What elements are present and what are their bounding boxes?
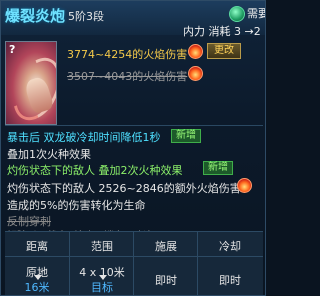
stat-subvalue: 目标 (91, 281, 113, 294)
divider (5, 125, 263, 126)
stat-value: 即时 (155, 274, 177, 287)
stat-header: 距离 (26, 240, 48, 253)
requirement-label: 需要 2 (247, 7, 265, 20)
new-badge: 新增 (203, 161, 233, 175)
skill-name: 爆裂炎炮 (5, 7, 66, 25)
tooltip-header: 爆裂炎炮 5阶3段 需要 2 内力 消耗 3 →2 (1, 1, 265, 38)
effect-line: 暴击后 双龙破冷却时间降低1秒 (7, 131, 161, 144)
fire-icon (188, 66, 203, 81)
fire-icon (188, 44, 203, 59)
effect-line: 叠加1次火种效果 (7, 148, 91, 161)
stat-column-cooldown: 冷却 即时 (197, 232, 262, 295)
damage-current: 3774~4254的火焰伤害 (67, 48, 188, 61)
change-button[interactable]: 更改 (207, 43, 241, 59)
stat-header: 施展 (155, 240, 177, 253)
new-badge: 新增 (171, 129, 201, 143)
skill-rank: 5阶3段 (68, 10, 104, 23)
stat-header: 冷却 (219, 240, 241, 253)
stat-subvalue: 16米 (24, 281, 50, 294)
stats-grid: 距离 原地 16米 范围 4 x 10米 目标 施展 即时 冷却 即时 (5, 231, 263, 295)
effect-line: 造成的5%的伤害转化为生命 (7, 199, 146, 212)
fire-icon (237, 178, 252, 193)
internal-force-cost: 内力 消耗 3 →2 (183, 25, 261, 38)
requirement-icon (229, 6, 245, 22)
stat-column-cast: 施展 即时 (133, 232, 198, 295)
stat-column-area: 范围 4 x 10米 目标 (69, 232, 134, 295)
effect-line: 灼伤状态下的敌人 叠加2次火种效果 (7, 164, 183, 177)
skill-tooltip: 爆裂炎炮 5阶3段 需要 2 内力 消耗 3 →2 ? 3774~4254的火焰… (0, 0, 266, 296)
stat-column-range: 距离 原地 16米 (5, 232, 69, 295)
help-icon[interactable]: ? (9, 43, 15, 56)
damage-previous: 3507~4043的火焰伤害 (67, 70, 188, 83)
stat-header: 范围 (91, 240, 113, 253)
stat-value: 即时 (219, 274, 241, 287)
skill-icon: ? (5, 41, 57, 125)
effect-line: 灼伤状态下的敌人 2526~2846的额外火焰伤害 (7, 182, 241, 195)
